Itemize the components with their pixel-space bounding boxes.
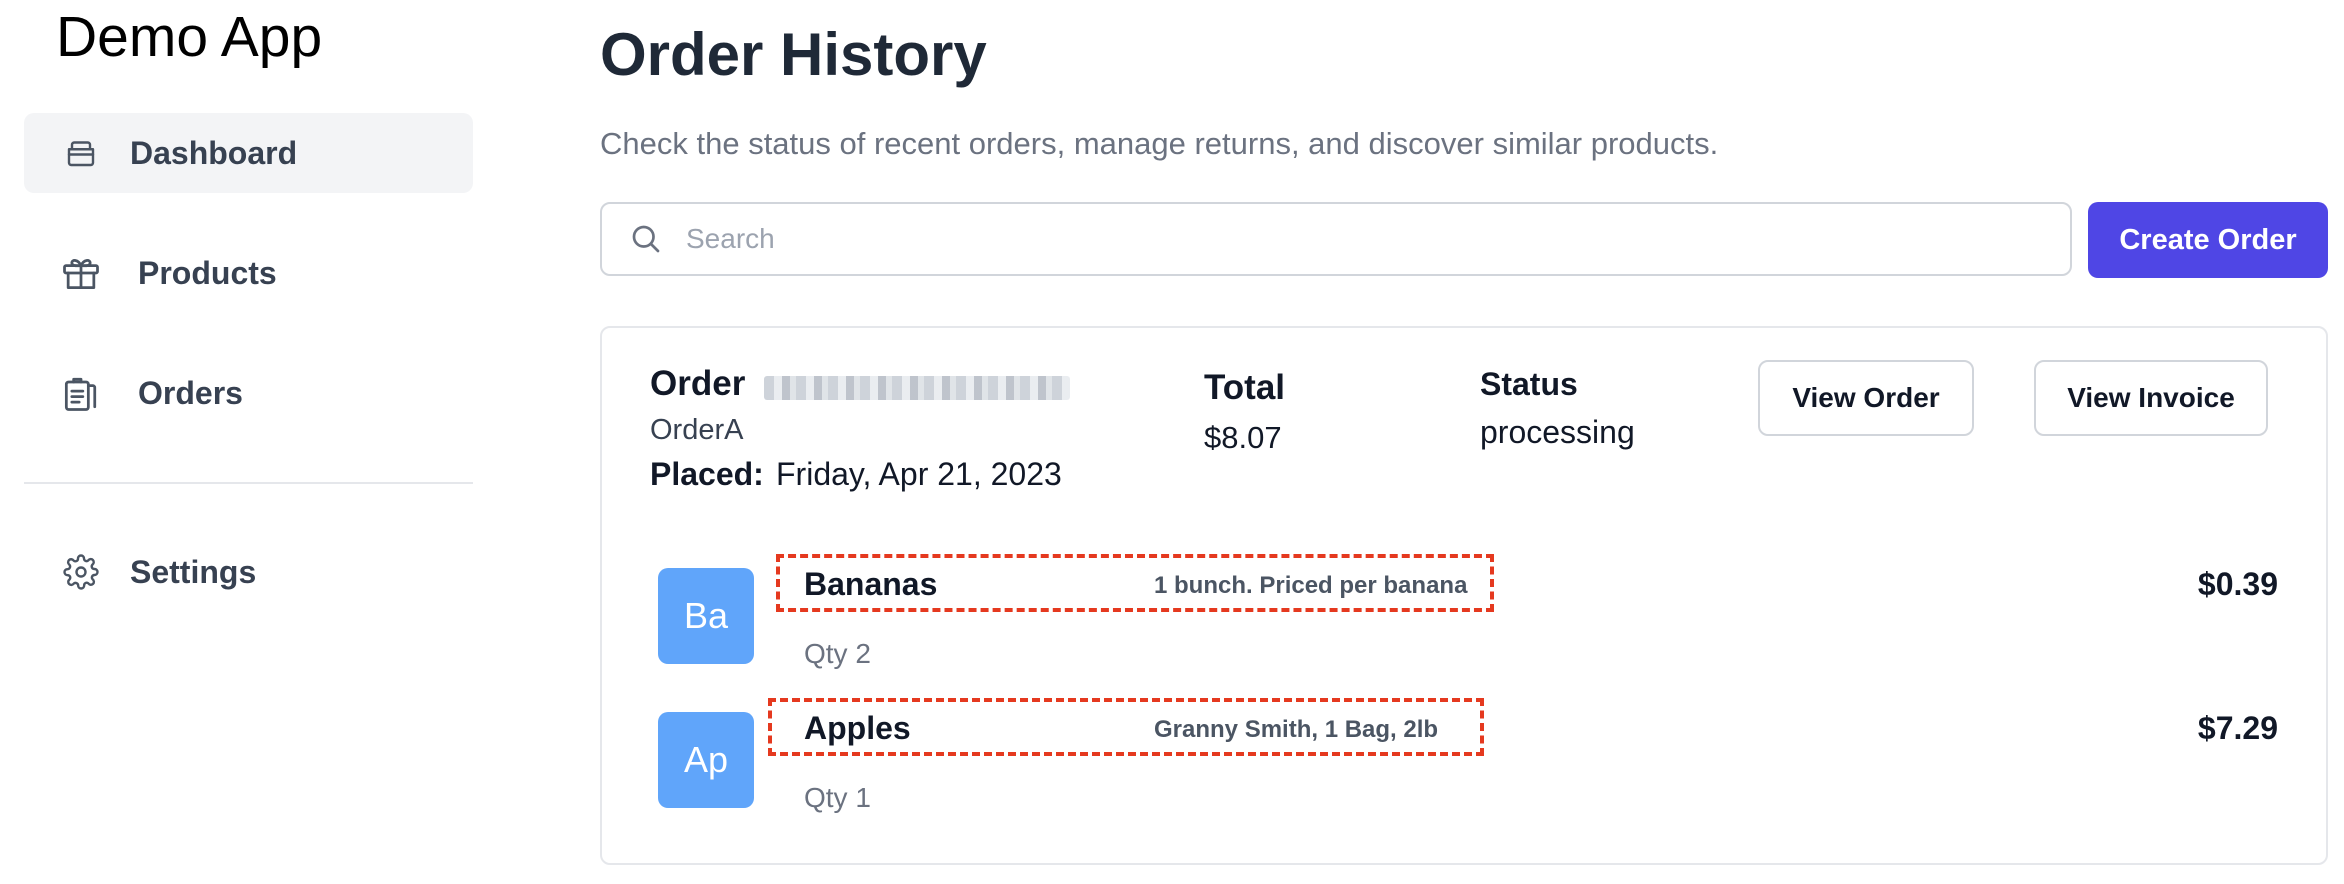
search-bar[interactable] [600,202,2072,276]
item-description: 1 bunch. Priced per banana [1154,572,1468,599]
app-title: Demo App [56,5,323,69]
view-invoice-button[interactable]: View Invoice [2034,360,2268,436]
placed-date: Friday, Apr 21, 2023 [776,456,1062,492]
total-value: $8.07 [1204,420,1282,455]
item-avatar: Ap [658,712,754,808]
view-order-button[interactable]: View Order [1758,360,1974,436]
sidebar-item-dashboard[interactable]: Dashboard [24,113,473,193]
page-subtitle: Check the status of recent orders, manag… [600,126,1719,161]
status-value: processing [1480,414,1635,450]
sidebar: Demo App Dashboard Products Orders Setti… [0,0,480,884]
sidebar-item-label: Settings [130,553,257,590]
item-qty: Qty 2 [804,638,871,669]
sidebar-item-settings[interactable]: Settings [24,532,473,612]
create-order-button[interactable]: Create Order [2088,202,2328,278]
sidebar-item-orders[interactable]: Orders [24,353,473,433]
order-id-redacted [764,376,1070,400]
item-name: Apples [804,710,911,746]
gear-icon [58,549,104,595]
sidebar-item-label: Products [138,254,277,291]
order-card: Order OrderA Placed: Friday, Apr 21, 202… [600,326,2328,865]
gift-icon [58,250,104,296]
status-label: Status [1480,366,1578,402]
sidebar-item-label: Orders [138,374,243,411]
item-price: $0.39 [2197,566,2278,602]
item-name: Bananas [804,566,938,602]
item-avatar: Ba [658,568,754,664]
placed-label: Placed: [650,456,764,492]
sidebar-divider [24,482,473,484]
order-label: Order [650,364,746,403]
search-input[interactable] [684,222,1988,256]
sidebar-item-label: Dashboard [130,134,298,171]
total-label: Total [1204,368,1286,407]
item-qty: Qty 1 [804,782,871,813]
item-price: $7.29 [2197,710,2278,746]
dashboard-icon [58,130,104,176]
order-name: OrderA [650,414,744,446]
search-icon [626,219,666,259]
item-description: Granny Smith, 1 Bag, 2lb [1154,716,1439,743]
clipboard-icon [58,370,104,416]
sidebar-item-products[interactable]: Products [24,233,473,313]
page-title: Order History [600,21,987,88]
